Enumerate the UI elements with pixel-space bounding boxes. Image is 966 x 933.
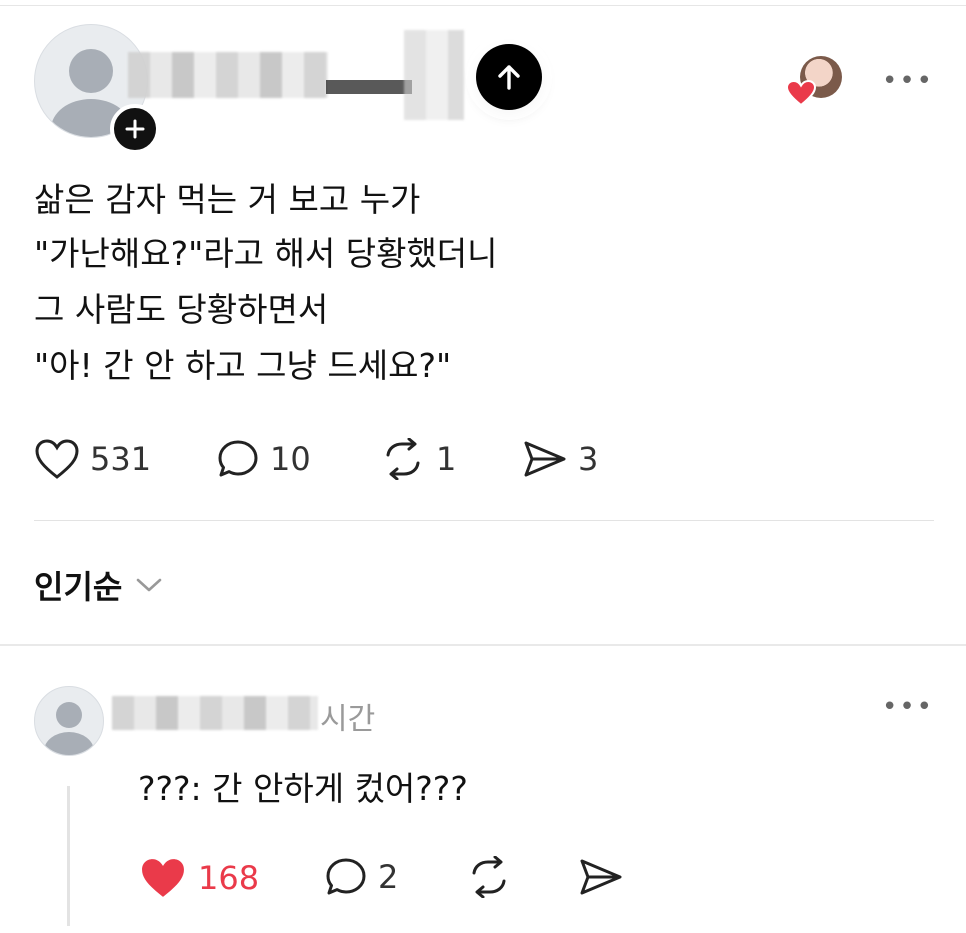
comment-bubble-icon <box>326 858 366 895</box>
post-more-button[interactable]: ••• <box>882 66 934 96</box>
repost-button[interactable]: 1 <box>380 438 456 480</box>
follow-button[interactable] <box>110 104 160 154</box>
post-text-line: 그 사람도 당황하면서 <box>34 290 329 329</box>
heart-outline-icon <box>35 439 79 479</box>
send-icon <box>580 859 622 895</box>
section-separator <box>0 644 966 646</box>
section-divider <box>34 520 934 521</box>
redacted-username-fragment <box>326 80 412 94</box>
repost-icon <box>472 856 506 898</box>
comment-text: ???: 간 안하게 컸어??? <box>138 769 468 808</box>
redacted-commenter-name <box>112 696 318 730</box>
commenter-avatar[interactable] <box>34 686 104 756</box>
scroll-to-top-button[interactable] <box>476 44 542 110</box>
sort-dropdown[interactable]: 인기순 <box>34 562 162 608</box>
arrow-up-icon <box>498 65 520 90</box>
comment-more-button[interactable]: ••• <box>882 692 934 722</box>
thread-line <box>67 786 70 926</box>
plus-icon <box>125 119 145 139</box>
default-avatar-icon <box>44 702 94 755</box>
comment-timestamp: 시간 <box>320 702 376 737</box>
repost-count: 1 <box>436 440 457 478</box>
comment-count: 10 <box>270 440 311 478</box>
comment-repost-button[interactable] <box>466 856 512 898</box>
comment-like-button[interactable]: 168 <box>138 856 259 900</box>
repost-icon <box>386 438 420 480</box>
redacted-overlay <box>404 30 464 120</box>
top-divider <box>0 5 966 6</box>
comment-bubble-icon <box>218 440 258 477</box>
like-count: 531 <box>90 440 152 478</box>
comment-share-button[interactable] <box>578 856 624 898</box>
comment-like-count: 168 <box>198 859 260 897</box>
share-count: 3 <box>578 440 599 478</box>
comment-button[interactable]: 10 <box>216 438 311 480</box>
comment-reply-button[interactable]: 2 <box>324 856 398 898</box>
comment-reply-count: 2 <box>378 858 399 896</box>
redacted-username <box>128 52 328 98</box>
sort-label: 인기순 <box>34 568 123 606</box>
post-text-line: "아! 간 안 하고 그냥 드세요?" <box>34 346 452 385</box>
send-icon <box>524 441 566 477</box>
heart-icon <box>785 79 817 110</box>
chevron-down-icon <box>137 578 162 592</box>
like-button[interactable]: 531 <box>34 438 151 480</box>
share-button[interactable]: 3 <box>522 438 598 480</box>
heart-filled-icon <box>142 859 184 897</box>
post-text-line: 삶은 감자 먹는 거 보고 누가 <box>34 180 421 219</box>
post-text-line: "가난해요?"라고 해서 당황했더니 <box>34 234 498 273</box>
